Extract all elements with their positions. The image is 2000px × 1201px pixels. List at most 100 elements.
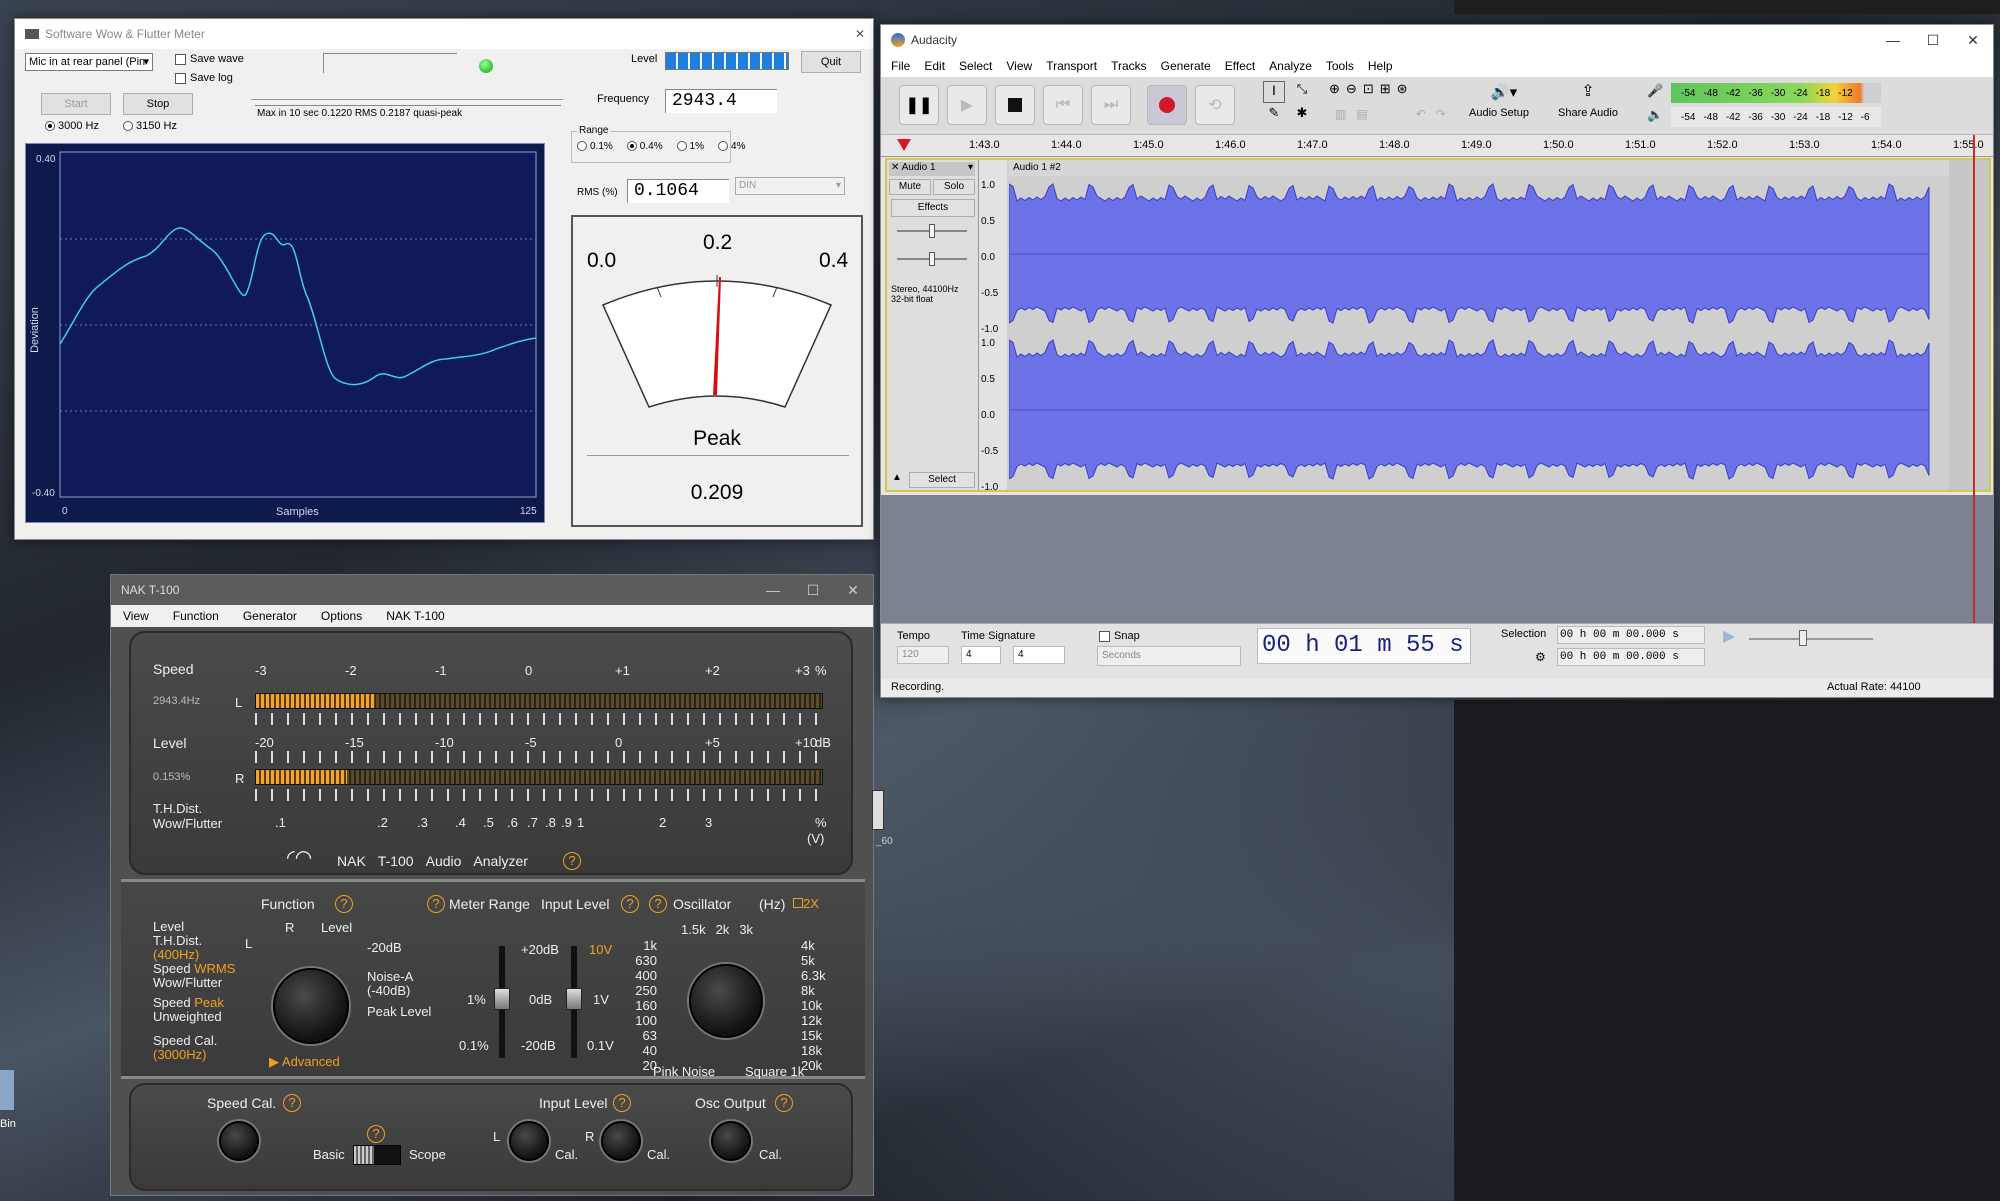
range-4[interactable]: 4% <box>718 141 746 152</box>
input-level-help-icon-2[interactable]: ? <box>613 1094 631 1112</box>
menu-nak[interactable]: NAK T-100 <box>386 609 444 623</box>
envelope-tool-icon[interactable]: ⤡ <box>1291 81 1313 103</box>
meter-range-thumb[interactable] <box>494 988 510 1010</box>
maximize-icon[interactable]: ☐ <box>793 582 833 599</box>
loop-button[interactable]: ⟲ <box>1195 85 1235 125</box>
track-menu-icon[interactable]: ▾ <box>968 162 973 173</box>
close-icon[interactable]: ✕ <box>833 582 873 599</box>
zoom-out-icon[interactable]: ⊖ <box>1346 81 1357 97</box>
range-0.4[interactable]: 0.4% <box>626 141 663 152</box>
fit-project-icon[interactable]: ⊞ <box>1380 81 1391 97</box>
share-audio-icon[interactable]: ⇪ <box>1553 81 1623 101</box>
close-icon[interactable]: ✕ <box>855 27 873 41</box>
fn-speed-cal[interactable]: Speed Cal. <box>153 1034 235 1048</box>
menu-edit[interactable]: Edit <box>924 59 945 73</box>
x2-checkbox[interactable]: 2X <box>793 896 819 911</box>
recycle-bin-icon[interactable] <box>0 1070 14 1110</box>
maximize-icon[interactable]: ☐ <box>1913 32 1953 49</box>
fn-speed-peak[interactable]: Speed Peak <box>153 996 235 1010</box>
radio-3000[interactable]: 3000 Hz <box>45 120 99 132</box>
fn-thd[interactable]: T.H.Dist. <box>153 934 235 948</box>
stop-button[interactable] <box>995 85 1035 125</box>
input-level-help-icon[interactable]: ? <box>621 895 639 913</box>
zoom-toggle-icon[interactable]: ⊛ <box>1397 81 1408 97</box>
audio-setup-icon[interactable]: 🔊▾ <box>1469 83 1539 101</box>
function-help-icon[interactable]: ? <box>335 895 353 913</box>
time-display[interactable]: 00 h 01 m 55 s <box>1257 628 1471 664</box>
radio-dot[interactable] <box>577 141 587 152</box>
input-level-thumb[interactable] <box>566 988 582 1010</box>
menu-select[interactable]: Select <box>959 59 992 73</box>
menu-help[interactable]: Help <box>1368 59 1393 73</box>
redo-icon[interactable]: ↷ <box>1436 107 1446 121</box>
fit-selection-icon[interactable]: ⊡ <box>1363 81 1374 97</box>
checkbox-box[interactable] <box>793 898 803 908</box>
multi-tool-icon[interactable]: ✱ <box>1291 105 1313 127</box>
trim-icon[interactable]: ▥ <box>1335 107 1346 121</box>
radio-dot[interactable] <box>718 141 729 152</box>
ts-numerator[interactable]: 4 <box>961 646 1001 664</box>
menu-effect[interactable]: Effect <box>1225 59 1255 73</box>
menu-view[interactable]: View <box>123 609 149 623</box>
range-1[interactable]: 1% <box>676 141 704 152</box>
solo-button[interactable]: Solo <box>933 179 975 195</box>
effects-button[interactable]: Effects <box>891 199 975 217</box>
advanced-toggle[interactable]: ▶ Advanced <box>269 1054 340 1070</box>
selection-tool-icon[interactable]: I <box>1263 81 1285 103</box>
scope-help-icon[interactable]: ? <box>367 1125 385 1143</box>
tempo-input[interactable]: 120 <box>897 646 949 664</box>
empty-track-area[interactable] <box>881 495 1993 623</box>
snap-checkbox[interactable]: Snap <box>1099 630 1140 642</box>
fn-level[interactable]: Level <box>153 920 235 934</box>
quit-button[interactable]: Quit <box>801 51 861 73</box>
range-0.1[interactable]: 0.1% <box>577 141 613 152</box>
playback-speed-slider[interactable] <box>1749 638 1873 640</box>
radio-dot[interactable] <box>45 121 55 132</box>
basic-scope-switch[interactable] <box>353 1145 401 1165</box>
oscillator-knob[interactable] <box>689 964 763 1038</box>
skip-end-button[interactable]: ⏭ <box>1091 85 1131 125</box>
help-icon[interactable]: ? <box>563 852 581 870</box>
menu-tools[interactable]: Tools <box>1326 59 1354 73</box>
radio-3150[interactable]: 3150 Hz <box>123 120 177 132</box>
close-track-icon[interactable]: ✕ <box>891 162 902 173</box>
minimize-icon[interactable]: — <box>1873 32 1913 48</box>
radio-dot[interactable] <box>676 141 687 152</box>
checkbox-box[interactable] <box>175 72 186 84</box>
checkbox-box[interactable] <box>175 53 186 65</box>
osc-output-help-icon[interactable]: ? <box>775 1094 793 1112</box>
fn-speed-wrms[interactable]: Speed WRMS <box>153 962 235 976</box>
play-button[interactable]: ▶ <box>947 85 987 125</box>
menu-function[interactable]: Function <box>173 609 219 623</box>
save-wave-checkbox[interactable]: Save wave <box>175 53 244 65</box>
share-audio-button[interactable]: Share Audio <box>1545 107 1631 119</box>
speed-cal-knob[interactable] <box>219 1121 259 1161</box>
menu-generate[interactable]: Generate <box>1161 59 1211 73</box>
pause-button[interactable]: ❚❚ <box>899 85 939 125</box>
input-select[interactable]: Mic in at rear panel (Pin ▾ <box>25 53 153 71</box>
draw-tool-icon[interactable]: ✎ <box>1263 105 1285 127</box>
selection-start[interactable]: 00 h 00 m 00.000 s <box>1557 626 1705 644</box>
close-icon[interactable]: ✕ <box>1953 32 1993 49</box>
menu-generator[interactable]: Generator <box>243 609 297 623</box>
waveform[interactable] <box>1009 176 1949 490</box>
radio-dot[interactable] <box>626 141 637 152</box>
collapse-icon[interactable]: ▲ <box>889 472 905 488</box>
radio-dot[interactable] <box>123 121 133 132</box>
snap-unit-select[interactable]: Seconds <box>1097 646 1241 666</box>
checkbox-box[interactable] <box>1099 630 1110 642</box>
meter-range-help-icon[interactable]: ? <box>427 895 445 913</box>
track-header[interactable]: ✕ Audio 1 ▾ <box>889 162 975 176</box>
pan-slider-thumb[interactable] <box>929 252 935 266</box>
timeline-ruler[interactable]: 1:43.0 1:44.0 1:45.0 1:46.0 1:47.0 1:48.0 1:49… <box>881 135 1993 157</box>
fn-noise[interactable]: Noise-A (-40dB) <box>367 970 413 998</box>
minimize-icon[interactable]: — <box>753 582 793 598</box>
audio-setup-button[interactable]: Audio Setup <box>1459 107 1539 119</box>
start-button[interactable]: Start <box>41 93 111 115</box>
playback-level-meter[interactable]: -54 -48 -42 -36 -30 -24 -18 -12 -6 <box>1671 107 1881 127</box>
switch-thumb[interactable] <box>354 1146 374 1164</box>
record-level-meter[interactable]: -54 -48 -42 -36 -30 -24 -18 -12 <box>1671 83 1881 103</box>
gain-slider-thumb[interactable] <box>929 224 935 238</box>
ts-denominator[interactable]: 4 <box>1013 646 1065 664</box>
selection-gear-icon[interactable]: ⚙ <box>1535 650 1546 664</box>
